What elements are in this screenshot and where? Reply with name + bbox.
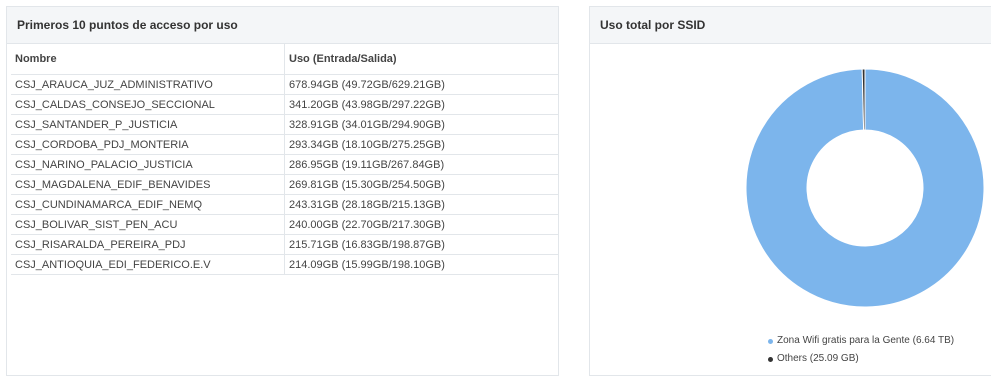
cell-ap-name: CSJ_ARAUCA_JUZ_ADMINISTRATIVO	[11, 74, 285, 95]
column-header-name[interactable]: Nombre	[11, 44, 285, 75]
table-row: CSJ_ARAUCA_JUZ_ADMINISTRATIVO 678.94GB (4…	[11, 74, 559, 95]
table-row: CSJ_ANTIOQUIA_EDI_FEDERICO.E.V 214.09GB (…	[11, 254, 559, 275]
panel-title: Uso total por SSID	[590, 7, 991, 44]
cell-ap-usage: 328.91GB (34.01GB/294.90GB)	[284, 114, 559, 135]
cell-ap-usage: 269.81GB (15.30GB/254.50GB)	[284, 174, 559, 195]
cell-ap-usage: 678.94GB (49.72GB/629.21GB)	[284, 74, 559, 95]
cell-ap-usage: 293.34GB (18.10GB/275.25GB)	[284, 134, 559, 155]
cell-ap-usage: 215.71GB (16.83GB/198.87GB)	[284, 234, 559, 255]
access-points-table: Nombre Uso (Entrada/Salida) CSJ_ARAUCA_J…	[11, 44, 559, 275]
ssid-donut-chart: Zona Wifi gratis para la Gente (6.64 TB)…	[590, 44, 991, 377]
cell-ap-usage: 286.95GB (19.11GB/267.84GB)	[284, 154, 559, 175]
table-row: CSJ_MAGDALENA_EDIF_BENAVIDES 269.81GB (15…	[11, 174, 559, 195]
panel-title: Primeros 10 puntos de acceso por uso	[7, 7, 558, 44]
cell-ap-name: CSJ_SANTANDER_P_JUSTICIA	[11, 114, 285, 135]
legend-dot-icon	[768, 338, 773, 344]
table-row: CSJ_NARINO_PALACIO_JUSTICIA 286.95GB (19.…	[11, 154, 559, 175]
table-row: CSJ_CORDOBA_PDJ_MONTERIA 293.34GB (18.10G…	[11, 134, 559, 155]
cell-ap-name: CSJ_NARINO_PALACIO_JUSTICIA	[11, 154, 285, 175]
cell-ap-usage: 243.31GB (28.18GB/215.13GB)	[284, 194, 559, 215]
legend-label: Zona Wifi gratis para la Gente (6.64 TB)	[777, 335, 955, 346]
legend-dot-icon	[768, 356, 773, 362]
legend-item[interactable]: Others (25.09 GB)	[768, 350, 954, 368]
cell-ap-name: CSJ_CORDOBA_PDJ_MONTERIA	[11, 134, 285, 155]
cell-ap-name: CSJ_MAGDALENA_EDIF_BENAVIDES	[11, 174, 285, 195]
cell-ap-name: CSJ_BOLIVAR_SIST_PEN_ACU	[11, 214, 285, 235]
cell-ap-name: CSJ_CALDAS_CONSEJO_SECCIONAL	[11, 94, 285, 115]
top-access-points-panel: Primeros 10 puntos de acceso por uso Nom…	[6, 6, 559, 376]
legend-label: Others (25.09 GB)	[777, 353, 859, 364]
donut-svg	[745, 68, 985, 308]
chart-legend: Zona Wifi gratis para la Gente (6.64 TB)…	[768, 332, 954, 368]
cell-ap-name: CSJ_RISARALDA_PEREIRA_PDJ	[11, 234, 285, 255]
cell-ap-name: CSJ_CUNDINAMARCA_EDIF_NEMQ	[11, 194, 285, 215]
column-header-usage[interactable]: Uso (Entrada/Salida)	[284, 44, 559, 75]
legend-item[interactable]: Zona Wifi gratis para la Gente (6.64 TB)	[768, 332, 954, 350]
table-row: CSJ_CALDAS_CONSEJO_SECCIONAL 341.20GB (43…	[11, 94, 559, 115]
ssid-usage-panel: Uso total por SSID Zona Wifi gratis para…	[589, 6, 991, 376]
cell-ap-usage: 214.09GB (15.99GB/198.10GB)	[284, 254, 559, 275]
table-row: CSJ_SANTANDER_P_JUSTICIA 328.91GB (34.01G…	[11, 114, 559, 135]
table-row: CSJ_BOLIVAR_SIST_PEN_ACU 240.00GB (22.70G…	[11, 214, 559, 235]
table-row: CSJ_CUNDINAMARCA_EDIF_NEMQ 243.31GB (28.1…	[11, 194, 559, 215]
cell-ap-usage: 341.20GB (43.98GB/297.22GB)	[284, 94, 559, 115]
cell-ap-name: CSJ_ANTIOQUIA_EDI_FEDERICO.E.V	[11, 254, 285, 275]
table-header-row: Nombre Uso (Entrada/Salida)	[11, 44, 559, 75]
table-row: CSJ_RISARALDA_PEREIRA_PDJ 215.71GB (16.83…	[11, 234, 559, 255]
cell-ap-usage: 240.00GB (22.70GB/217.30GB)	[284, 214, 559, 235]
